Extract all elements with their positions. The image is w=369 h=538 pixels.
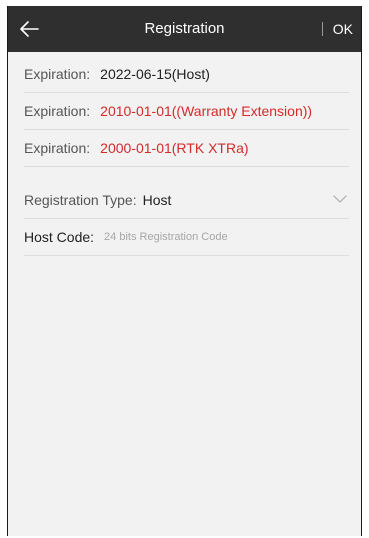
page-title: Registration [144,20,225,37]
host-code-label: Host Code: [24,229,95,245]
expiration-label: Expiration: [24,140,91,156]
expiration-row-warranty: Expiration: 2010-01-01((Warranty Extensi… [24,93,349,130]
expiration-row-host: Expiration: 2022-06-15(Host) [24,56,349,93]
expiration-value: 2010-01-01((Warranty Extension)) [100,103,313,119]
chevron-down-icon [333,195,347,203]
expiration-value: 2022-06-15(Host) [100,66,210,82]
expiration-value: 2000-01-01(RTK XTRa) [100,140,249,156]
registration-type-label: Registration Type: [24,192,137,208]
expiration-label: Expiration: [24,103,91,119]
ok-button[interactable]: OK [333,6,353,52]
registration-type-value: Host [142,192,172,208]
title-divider [322,22,323,36]
title-bar: Registration OK [8,6,361,52]
expiration-label: Expiration: [24,66,91,82]
host-code-field[interactable]: Host Code: 24 bits Registration Code [24,219,349,256]
registration-content: Expiration: 2022-06-15(Host) Expiration:… [8,52,361,536]
host-code-input[interactable]: 24 bits Registration Code [104,231,228,243]
expiration-row-rtk: Expiration: 2000-01-01(RTK XTRa) [24,130,349,167]
app-screen: Registration OK Expiration: 2022-06-15(H… [7,6,362,536]
registration-type-select[interactable]: Registration Type: Host [24,182,349,219]
